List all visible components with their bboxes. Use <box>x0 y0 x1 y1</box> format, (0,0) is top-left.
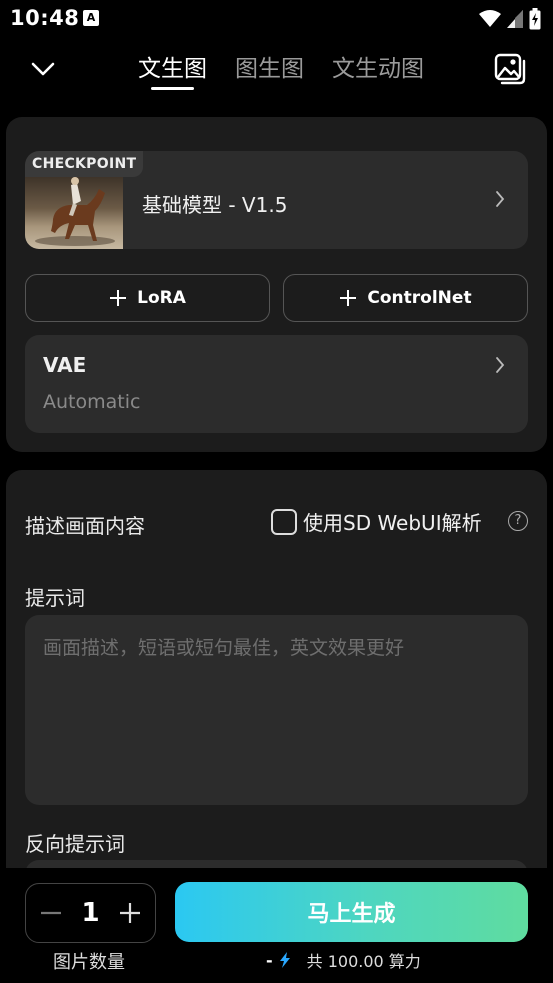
tab-label: 文生动图 <box>332 56 424 82</box>
decrement-button[interactable] <box>38 900 64 926</box>
cost-text: 共 100.00 算力 <box>306 952 421 971</box>
quantity-stepper: 1 <box>25 883 156 943</box>
bottom-bar: 1 图片数量 马上生成 - 共 100.00 算力 <box>0 868 553 983</box>
checkpoint-badge: CHECKPOINT <box>25 151 144 177</box>
prompt-title: 提示词 <box>25 586 85 610</box>
signal-icon <box>507 10 523 28</box>
model-thumbnail <box>25 175 123 249</box>
increment-button[interactable] <box>117 900 143 926</box>
prompt-card: 描述画面内容 使用SD WebUI解析 ? 提示词 反向提示词 <box>6 470 547 890</box>
add-controlnet-label: ControlNet <box>367 288 472 308</box>
webui-label: 使用SD WebUI解析 <box>303 511 482 535</box>
generate-label: 马上生成 <box>307 902 396 927</box>
chevron-right-icon <box>496 191 505 207</box>
vae-title: VAE <box>43 353 87 377</box>
quantity-label: 图片数量 <box>53 952 125 973</box>
mode-tabs: 文生图 图生图 文生动图 <box>138 54 424 90</box>
webui-parse-toggle[interactable]: 使用SD WebUI解析 <box>271 507 482 536</box>
webui-checkbox[interactable] <box>271 508 297 535</box>
tab-image-to-image[interactable]: 图生图 <box>235 54 304 84</box>
battery-icon <box>529 8 541 30</box>
add-lora-button[interactable]: LoRA <box>25 274 270 322</box>
collapse-button[interactable] <box>26 52 60 86</box>
status-time: 10:48 <box>10 6 80 30</box>
header: 文生图 图生图 文生动图 <box>0 40 553 100</box>
notification-a-icon: A <box>83 10 99 26</box>
generate-button[interactable]: 马上生成 <box>175 882 528 942</box>
cost-info: - 共 100.00 算力 <box>266 948 421 972</box>
prompt-input[interactable] <box>25 615 528 805</box>
wifi-icon <box>479 10 501 27</box>
gallery-button[interactable] <box>493 52 527 86</box>
plus-icon <box>110 290 127 306</box>
quantity-value: 1 <box>81 898 100 928</box>
vae-value: Automatic <box>43 391 141 413</box>
model-settings-card: CHECKPOINT 基础模型 - V1.5 LoRA ControlNet V… <box>6 117 547 452</box>
status-bar: 10:48 A <box>0 0 553 36</box>
minus-icon <box>41 911 61 915</box>
vae-selector[interactable]: VAE Automatic <box>25 335 528 433</box>
lightning-icon <box>279 952 290 968</box>
chevron-down-icon <box>31 62 55 76</box>
help-icon[interactable]: ? <box>508 511 528 531</box>
add-controlnet-button[interactable]: ControlNet <box>283 274 528 322</box>
plus-icon <box>120 903 140 923</box>
negative-prompt-title: 反向提示词 <box>25 832 125 856</box>
tab-text-to-image[interactable]: 文生图 <box>138 54 207 90</box>
tab-label: 图生图 <box>235 56 304 82</box>
horse-rider-image <box>35 177 115 246</box>
status-indicators <box>479 8 541 30</box>
add-lora-label: LoRA <box>137 288 186 308</box>
gallery-icon <box>494 53 526 85</box>
tab-label: 文生图 <box>138 56 207 82</box>
describe-title: 描述画面内容 <box>25 514 145 538</box>
cost-prefix: - <box>266 950 273 970</box>
chevron-right-icon <box>496 357 505 373</box>
plus-icon <box>340 290 357 306</box>
tab-text-to-gif[interactable]: 文生动图 <box>332 54 424 84</box>
active-tab-indicator <box>151 87 194 90</box>
checkpoint-selector[interactable]: CHECKPOINT 基础模型 - V1.5 <box>25 151 528 249</box>
model-name: 基础模型 - V1.5 <box>142 193 288 217</box>
